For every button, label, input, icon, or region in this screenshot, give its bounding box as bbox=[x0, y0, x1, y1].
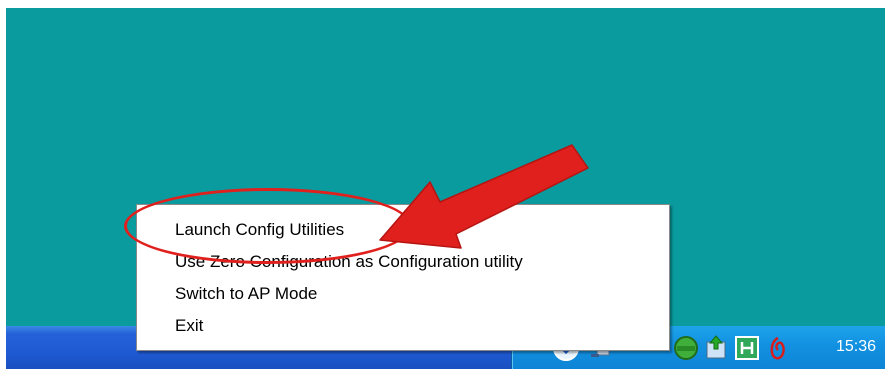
menu-item-launch-config-utilities[interactable]: Launch Config Utilities bbox=[175, 215, 344, 245]
green-status-icon[interactable] bbox=[672, 334, 700, 362]
desktop: EN bbox=[6, 8, 885, 369]
clock[interactable]: 15:36 bbox=[836, 338, 876, 356]
safely-remove-hardware-icon[interactable] bbox=[702, 334, 730, 362]
menu-item-exit[interactable]: Exit bbox=[175, 311, 203, 341]
wireless-utility-icon[interactable] bbox=[733, 334, 761, 362]
menu-item-use-zero-configuration[interactable]: Use Zero Configuration as Configuration … bbox=[175, 247, 523, 277]
antivirus-icon[interactable] bbox=[766, 334, 790, 362]
menu-item-switch-to-ap-mode[interactable]: Switch to AP Mode bbox=[175, 279, 317, 309]
tray-context-menu: Launch Config Utilities Use Zero Configu… bbox=[136, 204, 670, 351]
